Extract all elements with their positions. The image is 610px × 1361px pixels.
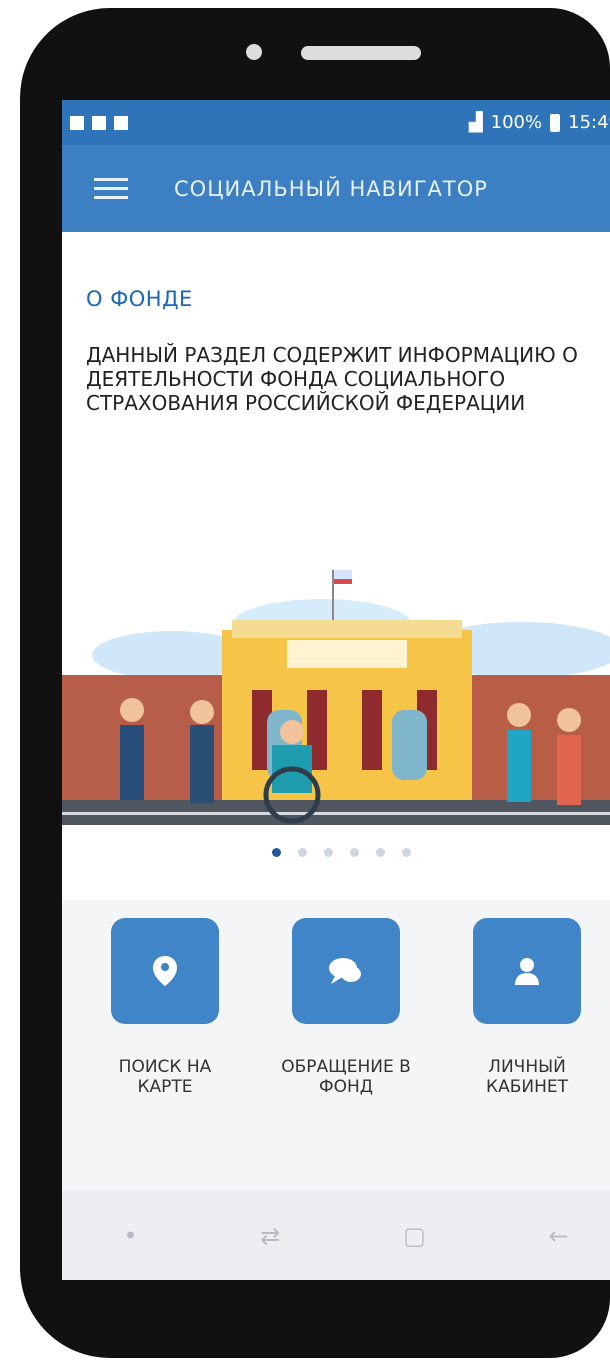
app-title: СОЦИАЛЬНЫЙ НАВИГАТОР	[174, 176, 488, 201]
home-icon[interactable]: ▢	[403, 1222, 426, 1250]
personal-account-label: ЛИЧНЫЙ КАБИНЕТ	[486, 1057, 568, 1097]
section-title: О ФОНДЕ	[86, 287, 193, 311]
app-screen: ▟ 100% 15:49 СОЦИАЛЬНЫЙ НАВИГАТОР О ФОНД…	[62, 100, 610, 1280]
section-description: ДАННЫЙ РАЗДЕЛ СОДЕРЖИТ ИНФОРМАЦИЮ О ДЕЯТ…	[86, 343, 578, 415]
actions-panel: ПОИСК НА КАРТЕ ОБРАЩЕНИЕ В ФОНД ЛИЧНЫЙ К…	[62, 900, 610, 1240]
personal-account-action[interactable]: ЛИЧНЫЙ КАБИНЕТ	[457, 918, 597, 1097]
map-pin-icon	[153, 956, 177, 986]
battery-icon	[550, 113, 561, 132]
building-illustration	[62, 525, 610, 825]
back-icon[interactable]: ←	[549, 1222, 569, 1250]
appeal-action[interactable]: ОБРАЩЕНИЕ В ФОНД	[276, 918, 416, 1097]
app-header: СОЦИАЛЬНЫЙ НАВИГАТОР	[62, 145, 610, 232]
carousel-dot[interactable]	[402, 848, 411, 857]
personal-account-button[interactable]	[473, 918, 581, 1024]
carousel-indicator	[272, 848, 411, 857]
phone-frame: ▟ 100% 15:49 СОЦИАЛЬНЫЙ НАВИГАТОР О ФОНД…	[20, 8, 610, 1358]
user-icon	[515, 958, 539, 985]
notification-icon	[70, 115, 84, 130]
appeal-label: ОБРАЩЕНИЕ В ФОНД	[281, 1057, 411, 1097]
map-search-button[interactable]	[111, 918, 219, 1024]
android-nav-bar: • ⇄ ▢ ←	[62, 1190, 610, 1280]
message-icon	[114, 115, 128, 130]
map-search-action[interactable]: ПОИСК НА КАРТЕ	[95, 918, 235, 1097]
chat-icon	[329, 958, 361, 984]
appeal-button[interactable]	[292, 918, 400, 1024]
carousel-dot[interactable]	[350, 848, 359, 857]
carousel-dot[interactable]	[298, 848, 307, 857]
carousel-dot[interactable]	[272, 848, 281, 857]
recent-apps-icon[interactable]: ⇄	[260, 1222, 280, 1250]
signal-icon: ▟	[468, 112, 483, 133]
nav-dot-icon[interactable]: •	[123, 1222, 137, 1250]
carousel-dot[interactable]	[376, 848, 385, 857]
clock: 15:49	[568, 112, 610, 133]
front-camera	[246, 44, 262, 60]
map-search-label: ПОИСК НА КАРТЕ	[118, 1057, 212, 1097]
gallery-icon	[92, 115, 106, 130]
about-section: О ФОНДЕ ДАННЫЙ РАЗДЕЛ СОДЕРЖИТ ИНФОРМАЦИ…	[62, 232, 610, 415]
hamburger-menu-icon[interactable]	[94, 172, 128, 205]
battery-percent: 100%	[490, 112, 543, 133]
status-bar: ▟ 100% 15:49	[62, 100, 610, 145]
carousel-dot[interactable]	[324, 848, 333, 857]
earpiece-speaker	[301, 46, 421, 60]
